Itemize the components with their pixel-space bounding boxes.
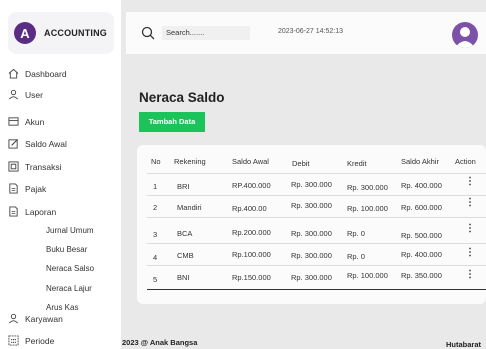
footer-copyright: 2023 @ Anak Bangsa [122,338,198,347]
sidebar-item-laporan[interactable]: Laporan [8,206,56,217]
home-icon [8,68,19,79]
cell-kredit: Rp. 0 [347,252,365,261]
row-action-button[interactable]: ⋮ [465,176,475,187]
column-header: Saldo Akhir [401,157,439,166]
cell-rekening: BCA [177,229,193,238]
column-header: Debit [292,159,310,168]
cell-kredit: Rp. 0 [347,229,365,238]
document-icon [9,183,18,194]
cell-no: 4 [153,253,158,262]
card-icon [8,117,19,126]
divider [147,217,486,218]
divider [147,243,486,244]
column-header: Kredit [347,159,367,168]
cell-saldo-akhir: Rp. 350.000 [401,271,442,280]
transaction-icon [8,161,19,172]
cell-no: 5 [153,275,158,284]
sidebar-item-label: Saldo Awal [25,138,67,149]
page-title: Neraca Saldo [139,90,225,105]
avatar[interactable] [452,22,478,48]
cell-debit: Rp. 300.000 [291,273,332,282]
divider [147,173,486,174]
cell-debit: Rp. 300.000 [291,229,332,238]
cell-debit: Rp. 300.000 [291,251,332,260]
cell-kredit: Rp. 100.000 [347,271,388,280]
cell-rekening: CMB [177,251,194,260]
edit-icon [8,138,19,149]
document-icon [9,206,18,217]
cell-kredit: Rp. 100.000 [347,204,388,213]
search-input[interactable]: Search....... [162,26,250,40]
sidebar-item-akun[interactable]: Akun [8,116,44,127]
brand-logo: A [14,22,36,44]
sidebar-subitem-neraca-saldo[interactable]: Neraca Salso [46,264,94,273]
sidebar-item-label: Periode [25,335,55,346]
column-header: Action [455,157,476,166]
user-icon [9,313,18,324]
row-action-button[interactable]: ⋮ [465,269,475,280]
brand-name: ACCOUNTING [44,28,107,38]
sidebar-item-label: Dashboard [25,68,67,79]
cell-debit: Rp. 300.000 [291,180,332,189]
cell-no: 1 [153,182,158,191]
sidebar: A ACCOUNTING Dashboard User Akun Saldo A… [0,0,121,349]
topbar: Search....... 2023-06-27 14:52:13 [126,12,486,54]
row-action-button[interactable]: ⋮ [465,247,475,258]
sidebar-item-label: Akun [25,116,45,127]
sidebar-item-label: Pajak [25,183,47,194]
divider [147,265,486,266]
sidebar-item-transaksi[interactable]: Transaksi [8,161,62,172]
cell-saldo-awal: Rp.100.000 [232,250,271,259]
sidebar-item-user[interactable]: User [8,89,43,100]
cell-saldo-awal: RP.400.000 [232,181,271,190]
sidebar-subitem-buku-besar[interactable]: Buku Besar [46,245,87,254]
sidebar-item-karyawan[interactable]: Karyawan [8,313,63,324]
table-card: No Rekening Saldo Awal Debit Kredit Sald… [137,145,486,304]
sidebar-item-periode[interactable]: Periode [8,335,54,346]
sidebar-item-label: Laporan [25,206,57,217]
column-header: Rekening [174,157,206,166]
cell-saldo-awal: Rp.150.000 [232,273,271,282]
column-header: No [151,157,161,166]
sidebar-item-dashboard[interactable]: Dashboard [8,68,67,79]
calendar-icon [8,335,19,346]
sidebar-item-label: Transaksi [25,161,62,172]
sidebar-subitem-neraca-lajur[interactable]: Neraca Lajur [46,284,92,293]
cell-rekening: Mandiri [177,203,202,212]
footer-author: Hutabarat [446,340,482,349]
sidebar-item-label: User [25,89,43,100]
cell-no: 3 [153,230,158,239]
cell-saldo-awal: Rp.400.00 [232,204,267,213]
cell-saldo-akhir: Rp. 500.000 [401,231,442,240]
sidebar-item-saldo-awal[interactable]: Saldo Awal [8,138,67,149]
divider [147,289,486,290]
add-data-button[interactable]: Tambah Data [139,112,205,132]
datetime: 2023-06-27 14:52:13 [278,28,343,35]
cell-kredit: Rp. 300.000 [347,183,388,192]
divider [147,195,486,196]
cell-saldo-akhir: Rp. 400.000 [401,181,442,190]
cell-no: 2 [153,203,158,212]
user-icon [9,89,18,100]
cell-saldo-awal: Rp.200.000 [232,228,271,237]
brand[interactable]: A ACCOUNTING [8,12,114,54]
cell-saldo-akhir: Rp. 600.000 [401,203,442,212]
cell-rekening: BRI [177,182,190,191]
sidebar-subitem-jurnal-umum[interactable]: Jurnal Umum [46,226,94,235]
row-action-button[interactable]: ⋮ [465,197,475,208]
row-action-button[interactable]: ⋮ [465,223,475,234]
cell-saldo-akhir: Rp. 400.000 [401,250,442,259]
search-icon[interactable] [141,26,155,40]
sidebar-item-label: Karyawan [25,313,63,324]
user-avatar-icon [455,27,475,48]
sidebar-subitem-arus-kas[interactable]: Arus Kas [46,303,78,312]
cell-debit: Rp. 300.000 [291,201,332,210]
cell-rekening: BNI [177,273,190,282]
column-header: Saldo Awal [232,157,269,166]
sidebar-item-pajak[interactable]: Pajak [8,183,46,194]
